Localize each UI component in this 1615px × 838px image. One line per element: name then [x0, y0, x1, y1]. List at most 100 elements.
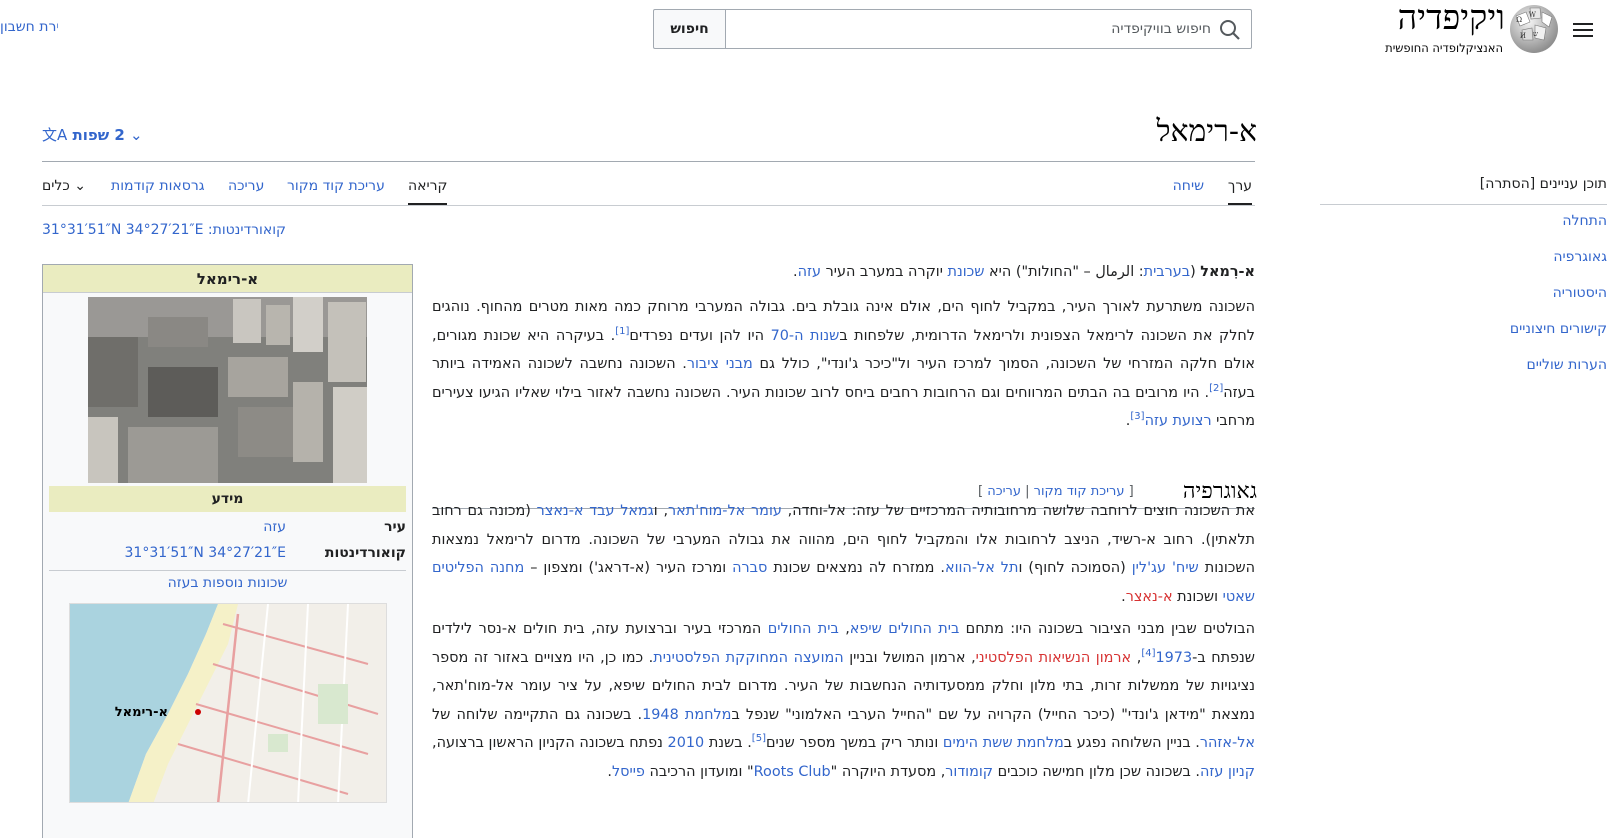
- svg-text:ש: ש: [1533, 30, 1538, 38]
- tab-history[interactable]: גרסאות קודמות: [111, 178, 205, 203]
- footnote-ref[interactable]: [4]: [1141, 648, 1155, 659]
- link-1970s[interactable]: שנות ה-70: [771, 328, 840, 344]
- link-omar-mukhtar[interactable]: עומר אל-מוח'תאר: [668, 503, 782, 519]
- infobox-title: א-רימאל: [43, 265, 412, 293]
- text-run: , ו: [653, 503, 669, 519]
- text-run: . בניין השלוחה נפגע ב: [1063, 735, 1200, 751]
- intro-paragraph: א-רִמאל (בערבית: الرمال – "החולות") היא …: [432, 258, 1255, 287]
- language-button[interactable]: ⌄ 2 שפות 文A: [42, 124, 143, 145]
- infobox-row-coordinates: קואורדינטות 31°31′51″N 34°27′21″E: [49, 541, 406, 567]
- search-input[interactable]: [741, 10, 1211, 48]
- text-run: נפתח בשכונה הקניון הראשון ברצועה,: [432, 735, 668, 751]
- text-run: ומרכז העיר (א-דראג') ומצפון –: [524, 560, 733, 576]
- text-run: ונותר ריק במשך מספר שנים: [765, 735, 943, 751]
- text-run: ושכונת: [1172, 588, 1223, 605]
- infobox-separator: [49, 570, 406, 571]
- text-run: את השכונה חוצים לרוחבה שלושה מרחובותיה ה…: [781, 503, 1255, 519]
- text-run: (: [1190, 264, 1201, 280]
- link-2010[interactable]: 2010: [668, 735, 705, 751]
- paragraph-4: הבולטים שבין מבני הציבור בשכונה היו: מתח…: [432, 615, 1255, 786]
- coordinates-label: קואורדינטות: [324, 545, 406, 561]
- chevron-down-icon: ⌄: [74, 178, 86, 194]
- footnote-ref[interactable]: [5]: [752, 733, 766, 744]
- city-label: עיר: [384, 519, 406, 535]
- infobox: א-רימאל מידע עיר עזה קואורדינטות 31°31′5…: [42, 264, 413, 838]
- create-account-link[interactable]: יצירת חשבון: [0, 19, 58, 35]
- title-divider: [42, 161, 1255, 162]
- text-run: ,: [838, 621, 850, 637]
- text-run: . בשכונה שכן מלון חמישה כוכבים: [993, 763, 1200, 780]
- text-run: הבולטים שבין מבני הציבור בשכונה היו: מתח…: [959, 621, 1255, 637]
- link-1973[interactable]: 1973: [1156, 650, 1193, 666]
- more-neighborhoods-link[interactable]: שכונות נוספות בעזה: [49, 575, 406, 591]
- link-shifa-hospital[interactable]: בית החולים שיפא: [850, 621, 959, 637]
- text-run: : الرمال – "החולות") היא: [984, 264, 1144, 280]
- text-run: , ארמון המושל ובניין: [843, 649, 976, 666]
- link-gaza-mall[interactable]: קניון עזה: [1200, 764, 1255, 780]
- tab-read[interactable]: קריאה: [408, 178, 448, 205]
- tab-edit[interactable]: עריכה: [228, 178, 264, 203]
- infobox-row-city: עיר עזה: [49, 515, 406, 541]
- tools-label: כלים: [42, 178, 70, 194]
- text-run: . ממזרח לה נמצאים שכונת: [767, 560, 945, 576]
- city-value[interactable]: עזה: [263, 519, 286, 535]
- main-menu-button[interactable]: [1567, 14, 1599, 46]
- toc-header: תוכן עניינים [הסתרה]: [1480, 176, 1607, 192]
- search-box: [725, 9, 1252, 49]
- link-al-azhar[interactable]: אל-אזהר: [1200, 735, 1255, 751]
- svg-text:W: W: [1529, 11, 1537, 19]
- footnote-ref[interactable]: [2]: [1209, 383, 1223, 394]
- coordinates-value[interactable]: 31°31′51″N 34°27′21″E: [125, 545, 286, 561]
- link-public-buildings[interactable]: מבני ציבור: [687, 356, 753, 372]
- link-arabic[interactable]: בערבית: [1144, 264, 1190, 280]
- link-sheikh-ajlin[interactable]: שיח' עג'לין: [1132, 560, 1199, 576]
- toc-item-history[interactable]: היסטוריה: [1553, 285, 1607, 301]
- wikipedia-globe-icon[interactable]: Ω W И ש: [1508, 2, 1560, 57]
- location-map[interactable]: א-רימאל: [69, 603, 387, 803]
- search-button[interactable]: חיפוש: [653, 9, 726, 49]
- chevron-down-icon: ⌄: [130, 126, 143, 144]
- footnote-ref[interactable]: [3]: [1130, 411, 1144, 422]
- toc-item-geography[interactable]: גאוגרפיה: [1553, 249, 1607, 265]
- link-gaza[interactable]: עזה: [798, 264, 821, 280]
- link-1948-war[interactable]: מלחמת 1948: [642, 707, 731, 723]
- wikipedia-wordmark[interactable]: ויקיפדיה: [1398, 0, 1505, 38]
- link-gamal-abdel-nasser[interactable]: גמאל עבד א-נאצר: [537, 503, 654, 519]
- link-legislative-council[interactable]: המועצה המחוקקת הפלסטינית: [653, 650, 843, 666]
- coordinates-link[interactable]: קואורדינטות: 31°31′51″N 34°27′21″E: [42, 222, 286, 238]
- text-run: היו להן ועדים נפרדים: [629, 327, 771, 344]
- link-faisal[interactable]: פייסל: [612, 764, 645, 780]
- tab-article[interactable]: ערך: [1227, 178, 1252, 205]
- link-commodore[interactable]: קומודור: [945, 764, 993, 780]
- footnote-ref[interactable]: [1]: [615, 326, 629, 337]
- neighborhood-photo[interactable]: [88, 297, 367, 483]
- link-gaza-strip[interactable]: רצועת עזה: [1145, 413, 1212, 429]
- text-run: (הסמוכה לחוף) ו: [1018, 560, 1132, 576]
- text-run: . בשנת: [704, 735, 752, 751]
- toc-item-footnotes[interactable]: הערות שוליים: [1526, 357, 1607, 373]
- toc-item-external-links[interactable]: קישורים חיצוניים: [1510, 321, 1607, 337]
- toc-divider: [1320, 204, 1607, 205]
- wikipedia-tagline: האנציקלופדיה החופשית: [1385, 41, 1503, 55]
- link-roots-club[interactable]: Roots Club: [754, 764, 831, 780]
- toc-hide-toggle[interactable]: [הסתרה]: [1480, 176, 1535, 192]
- tab-tools[interactable]: ⌄ כלים: [42, 178, 86, 203]
- text-run: . היו מרובים בה הבתים המרווחים וגם הרחוב…: [432, 384, 1255, 430]
- link-tel-al-hawa[interactable]: תל אל-הווא: [945, 560, 1019, 576]
- link-an-nasser[interactable]: א-נאצר: [1126, 589, 1173, 605]
- tab-talk[interactable]: שיחה: [1173, 178, 1204, 203]
- infobox-info-header: מידע: [49, 486, 406, 512]
- toc-item-start[interactable]: התחלה: [1562, 213, 1607, 229]
- link-six-day-war[interactable]: מלחמת ששת הימים: [943, 735, 1064, 751]
- tab-edit-source[interactable]: עריכת קוד מקור: [287, 178, 385, 203]
- hamburger-icon: [1573, 23, 1593, 25]
- text-run: . בשכונה גם התקיימה שלוחה של: [432, 706, 643, 723]
- search-icon: [1220, 20, 1240, 40]
- link-presidential-palace[interactable]: ארמון הנשיאות הפלסטיני: [976, 650, 1132, 666]
- text-run: יוקרה במערב העיר: [821, 264, 948, 280]
- text-run: " ומועדון הרכיבה: [644, 763, 754, 780]
- link-hospital[interactable]: בית החולים: [768, 621, 839, 637]
- link-neighborhood[interactable]: שכונת: [948, 264, 985, 280]
- paragraph-2: השכונה משתרעת לאורך העיר, במקביל לחוף הי…: [432, 293, 1255, 436]
- link-sabra[interactable]: סברה: [732, 560, 767, 576]
